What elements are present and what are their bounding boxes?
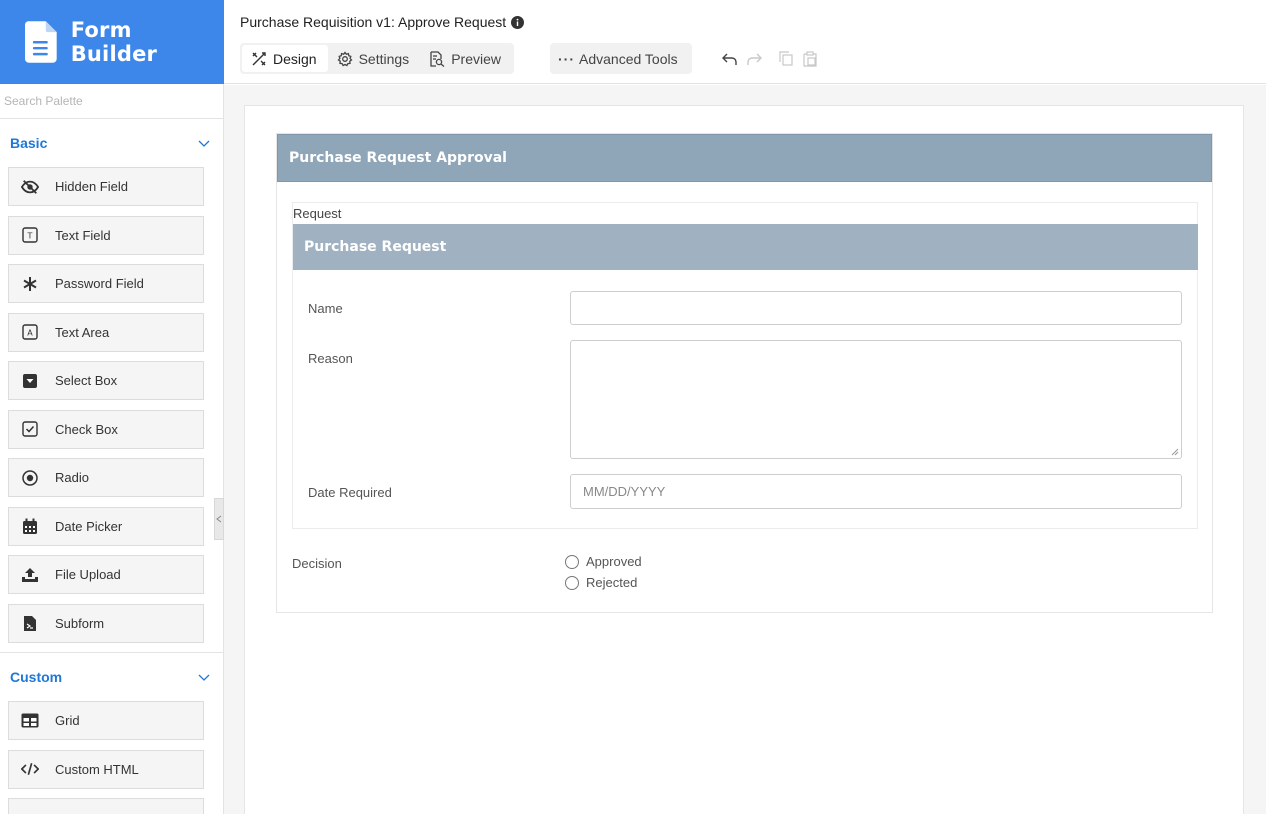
palette-item-label: Text Area — [55, 324, 110, 340]
palette-item-label: Password Field — [55, 276, 144, 291]
upload-icon — [21, 566, 39, 584]
reason-label: Reason — [308, 351, 353, 366]
palette-item-label: Radio — [55, 470, 89, 485]
ellipsis-icon: ··· — [558, 50, 575, 67]
decision-label: Decision — [292, 556, 342, 571]
radio-button[interactable] — [565, 554, 579, 569]
paste-button[interactable] — [801, 50, 818, 67]
select-box-icon — [21, 372, 39, 390]
paste-icon — [802, 50, 817, 67]
palette-item-label: Custom HTML — [55, 761, 139, 777]
chevron-left-icon — [216, 515, 222, 523]
palette-item-partial[interactable] — [8, 798, 204, 814]
app-brand: Form Builder — [0, 0, 224, 84]
design-icon — [252, 51, 266, 65]
form-page: Purchase Request Approval Request Purcha… — [244, 105, 1244, 814]
resize-handle-icon[interactable] — [1171, 448, 1179, 456]
undo-button[interactable] — [721, 50, 738, 67]
tab-label: Design — [273, 50, 317, 67]
reason-textarea[interactable] — [570, 340, 1182, 459]
check-box-icon — [21, 420, 39, 438]
document-icon — [25, 21, 57, 63]
redo-button[interactable] — [745, 50, 762, 67]
preview-icon — [430, 50, 445, 67]
date-required-label: Date Required — [308, 485, 392, 500]
palette-item-check-box[interactable]: Check Box — [8, 409, 204, 449]
palette-group-title: Custom — [10, 669, 63, 685]
palette-item-label: Grid — [55, 713, 80, 728]
decision-option-rejected[interactable]: Rejected — [565, 575, 637, 590]
chevron-down-icon[interactable] — [197, 670, 211, 684]
svg-text:A: A — [27, 329, 33, 338]
text-field-icon: T — [21, 226, 39, 244]
palette-item-text-area[interactable]: A Text Area — [8, 312, 204, 352]
palette-item-subform[interactable]: Subform — [8, 603, 204, 643]
fieldset-legend: Request — [293, 206, 342, 221]
top-header: Purchase Requisition v1: Approve Request… — [224, 0, 1266, 84]
palette-group-custom-header[interactable]: Custom — [0, 653, 223, 701]
radio-icon — [21, 469, 39, 487]
tab-label: Settings — [358, 50, 410, 67]
info-icon[interactable] — [511, 15, 525, 29]
palette-item-text-field[interactable]: T Text Field — [8, 215, 204, 255]
palette-sidebar: Basic Hidden Field T Text Field Password… — [0, 84, 224, 814]
palette-item-select-box[interactable]: Select Box — [8, 361, 204, 400]
advanced-tools-button[interactable]: ··· Advanced Tools — [550, 43, 692, 74]
palette-search-input[interactable] — [4, 94, 214, 108]
form-panel[interactable]: Purchase Request Approval Request Purcha… — [276, 133, 1213, 613]
tab-preview[interactable]: Preview — [420, 45, 512, 72]
palette-item-file-upload[interactable]: File Upload — [8, 555, 204, 594]
grid-icon — [21, 712, 39, 730]
palette-search — [0, 84, 223, 119]
decision-option-approved[interactable]: Approved — [565, 554, 642, 569]
undo-icon — [721, 53, 737, 65]
sidebar-collapse-handle[interactable] — [214, 498, 224, 540]
name-field[interactable] — [570, 291, 1182, 325]
form-title-text: Purchase Requisition v1: Approve Request — [240, 14, 507, 30]
palette-item-label: Hidden Field — [55, 179, 128, 194]
palette-group-basic-header[interactable]: Basic — [0, 119, 223, 167]
request-fieldset[interactable]: Request Purchase Request Name Reason Dat… — [292, 202, 1198, 529]
palette-item-grid[interactable]: Grid — [8, 701, 204, 740]
name-label: Name — [308, 301, 343, 316]
radio-label: Approved — [586, 554, 642, 569]
subform-header: Purchase Request — [293, 224, 1198, 270]
gear-icon — [337, 50, 353, 66]
palette-item-label: Check Box — [55, 421, 118, 437]
palette-item-label: Subform — [55, 615, 105, 631]
radio-label: Rejected — [586, 575, 638, 590]
tab-label: Preview — [451, 50, 501, 67]
asterisk-icon — [21, 275, 39, 293]
redo-icon — [746, 53, 762, 65]
palette-item-label: Select Box — [55, 373, 118, 388]
palette-item-radio[interactable]: Radio — [8, 458, 204, 497]
text-area-icon: A — [21, 323, 39, 341]
tab-design[interactable]: Design — [242, 45, 328, 72]
radio-button[interactable] — [565, 575, 579, 590]
svg-text:T: T — [27, 232, 33, 241]
form-title: Purchase Requisition v1: Approve Request — [240, 14, 525, 30]
copy-icon — [778, 51, 793, 66]
palette-item-label: File Upload — [55, 567, 121, 582]
palette-item-label: Text Field — [55, 227, 111, 243]
panel-header: Purchase Request Approval — [277, 134, 1212, 182]
chevron-down-icon[interactable] — [197, 136, 211, 150]
eye-slash-icon — [21, 178, 39, 196]
palette-item-date-picker[interactable]: Date Picker — [8, 506, 204, 546]
advanced-tools-label: Advanced Tools — [579, 50, 678, 67]
palette-item-custom-html[interactable]: Custom HTML — [8, 749, 204, 789]
palette-item-password-field[interactable]: Password Field — [8, 264, 204, 303]
palette-group-title: Basic — [10, 135, 48, 151]
tab-settings[interactable]: Settings — [328, 45, 421, 72]
copy-button[interactable] — [777, 50, 794, 67]
palette-item-hidden-field[interactable]: Hidden Field — [8, 167, 204, 206]
date-required-field[interactable]: MM/DD/YYYY — [570, 474, 1182, 509]
palette-item-label: Date Picker — [55, 518, 123, 534]
design-canvas: Purchase Request Approval Request Purcha… — [224, 85, 1266, 814]
app-title: Form Builder — [70, 18, 158, 66]
subform-icon — [21, 614, 39, 632]
calendar-icon — [21, 517, 39, 535]
view-tabs: Design Settings Preview — [240, 43, 514, 74]
code-icon — [21, 760, 39, 778]
